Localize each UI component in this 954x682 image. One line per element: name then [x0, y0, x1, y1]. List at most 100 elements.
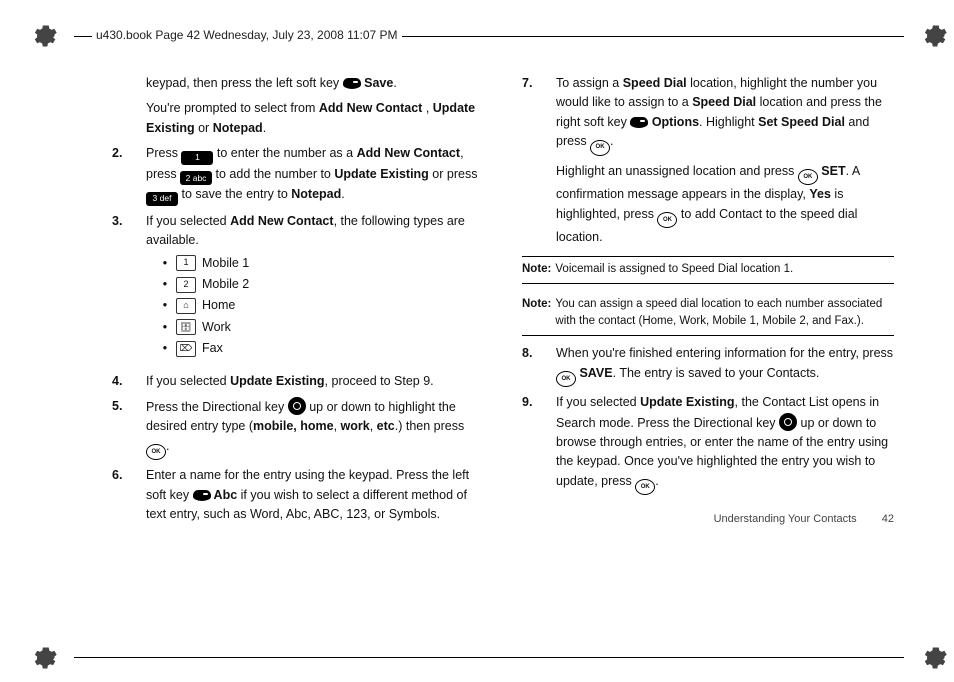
section-title: Understanding Your Contacts	[714, 513, 857, 525]
bold: mobile, home	[253, 419, 334, 433]
note-2: Note: You can assign a speed dial locati…	[522, 292, 894, 337]
text: If you selected	[146, 374, 230, 388]
ok-key-icon: OK	[798, 169, 818, 185]
step-number: 9.	[522, 393, 556, 495]
bold: Yes	[809, 187, 831, 201]
step-number: 3.	[112, 212, 146, 366]
soft-key-icon	[630, 117, 648, 128]
text: .	[655, 474, 658, 488]
gear-icon	[920, 22, 948, 50]
soft-key-icon	[193, 490, 211, 501]
text: To assign a	[556, 76, 623, 90]
step-5: 5. Press the Directional key up or down …	[112, 397, 484, 460]
step-6: 6. Enter a name for the entry using the …	[112, 466, 484, 524]
page-content: keypad, then press the left soft key Sav…	[112, 74, 894, 622]
list-item: •2Mobile 2	[160, 274, 484, 295]
bold: work	[341, 419, 370, 433]
item-label: Work	[202, 318, 231, 337]
fax-icon: ⌦	[176, 341, 196, 357]
ok-key-icon: OK	[657, 212, 677, 228]
text: to save the entry to	[178, 187, 291, 201]
step-9: 9. If you selected Update Existing, the …	[522, 393, 894, 495]
nav-key-icon	[288, 397, 306, 415]
text: .	[393, 76, 396, 90]
text: Press	[146, 146, 181, 160]
text: , proceed to Step 9.	[325, 374, 434, 388]
text: ,	[370, 419, 377, 433]
bold: etc	[377, 419, 395, 433]
left-column: keypad, then press the left soft key Sav…	[112, 74, 484, 622]
text: or press	[429, 167, 478, 181]
ok-key-icon: OK	[635, 479, 655, 495]
text: If you selected	[146, 214, 230, 228]
keypad-2-icon: 2 abc	[180, 171, 212, 185]
ok-key-icon: OK	[556, 371, 576, 387]
ok-key-icon: OK	[146, 444, 166, 460]
right-column: 7. To assign a Speed Dial location, high…	[522, 74, 894, 622]
list-item: •1Mobile 1	[160, 253, 484, 274]
bold: Set Speed Dial	[758, 115, 845, 129]
text: You're prompted to select from	[146, 101, 319, 115]
text: .) then press	[395, 419, 464, 433]
item-label: Mobile 2	[202, 275, 249, 294]
ok-key-icon: OK	[590, 140, 610, 156]
text: ,	[334, 419, 341, 433]
bold: Abc	[211, 488, 238, 502]
page-footer: Understanding Your Contacts 42	[522, 511, 894, 528]
nav-key-icon	[779, 413, 797, 431]
text: to add the number to	[212, 167, 334, 181]
bold: Options	[648, 115, 699, 129]
bold: Notepad	[291, 187, 341, 201]
text: .	[341, 187, 344, 201]
home-icon: ⌂	[176, 298, 196, 314]
note-label: Note:	[522, 296, 551, 332]
text: keypad, then press the left soft key	[146, 76, 343, 90]
step-3: 3. If you selected Add New Contact, the …	[112, 212, 484, 366]
text: Press the Directional key	[146, 400, 288, 414]
keypad-1-icon: 1	[181, 151, 213, 165]
text: Highlight an unassigned location and pre…	[556, 164, 798, 178]
page-header-tag: u430.book Page 42 Wednesday, July 23, 20…	[92, 28, 402, 42]
step-number: 6.	[112, 466, 146, 524]
bold: SAVE	[576, 366, 613, 380]
step-number: 2.	[112, 144, 146, 206]
text: or	[195, 121, 213, 135]
text: ,	[422, 101, 432, 115]
list-item: •⌂Home	[160, 295, 484, 316]
bold: Update Existing	[230, 374, 324, 388]
note-1: Note: Voicemail is assigned to Speed Dia…	[522, 256, 894, 284]
keypad-3-icon: 3 def	[146, 192, 178, 206]
bold: Add New Contact	[319, 101, 422, 115]
mobile2-icon: 2	[176, 277, 196, 293]
step-2: 2. Press 1 to enter the number as a Add …	[112, 144, 484, 206]
gear-icon	[30, 644, 58, 672]
item-label: Home	[202, 296, 235, 315]
step-number: 4.	[112, 372, 146, 391]
mobile1-icon: 1	[176, 255, 196, 271]
text: to enter the number as a	[213, 146, 356, 160]
text: .	[610, 134, 613, 148]
soft-key-icon	[343, 78, 361, 89]
step-number: 7.	[522, 74, 556, 248]
item-label: Fax	[202, 339, 223, 358]
bold: Speed Dial	[623, 76, 687, 90]
text: . The entry is saved to your Contacts.	[613, 366, 820, 380]
note-label: Note:	[522, 261, 551, 279]
step-number: 8.	[522, 344, 556, 387]
text: When you're finished entering informatio…	[556, 346, 893, 360]
intro-paragraph: keypad, then press the left soft key Sav…	[146, 74, 484, 138]
bold: Notepad	[213, 121, 263, 135]
bold: Update Existing	[640, 395, 734, 409]
bold: Update Existing	[334, 167, 428, 181]
text: . Highlight	[699, 115, 758, 129]
list-item: •⌦Fax	[160, 338, 484, 359]
text: .	[166, 439, 169, 453]
save-label: Save	[361, 76, 394, 90]
bold: SET	[818, 164, 846, 178]
page-number: 42	[882, 511, 894, 528]
step-4: 4. If you selected Update Existing, proc…	[112, 372, 484, 391]
bold: Add New Contact	[357, 146, 460, 160]
note-text: Voicemail is assigned to Speed Dial loca…	[555, 261, 894, 279]
bold: Add New Contact	[230, 214, 333, 228]
bold: Speed Dial	[692, 95, 756, 109]
